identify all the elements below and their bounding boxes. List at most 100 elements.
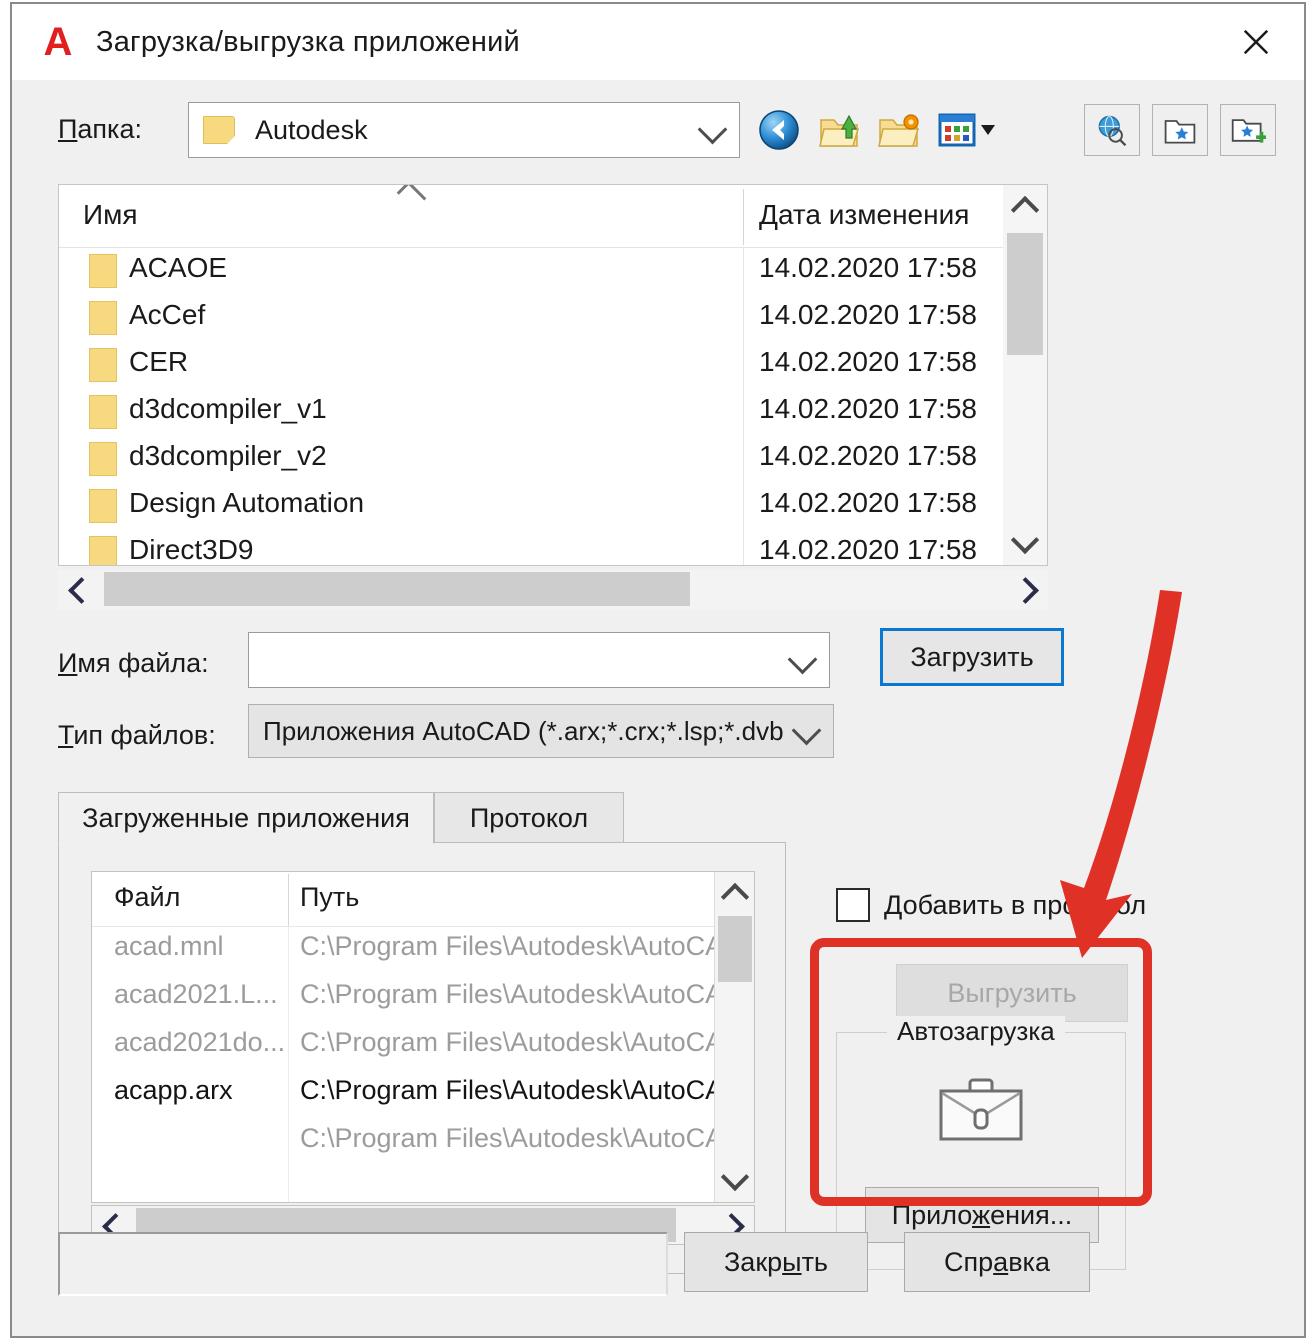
file-name: Direct3D9 [129, 534, 254, 565]
scrollbar-thumb[interactable] [1007, 233, 1043, 355]
file-date: 14.02.2020 17:58 [759, 346, 977, 377]
app-path: C:\Program Files\Autodesk\AutoCA. [300, 1027, 731, 1057]
file-list-row[interactable]: d3dcompiler_v1 14.02.2020 17:58 [59, 389, 1047, 436]
loaded-applications-list[interactable]: Файл Путь acad.mnl C:\Program Files\Auto… [91, 871, 755, 1203]
unload-button: Выгрузить [896, 964, 1128, 1022]
loaded-app-row[interactable]: acad2021.L... C:\Program Files\Autodesk\… [92, 975, 754, 1023]
create-new-folder-icon[interactable] [876, 107, 922, 153]
file-name-combobox[interactable] [248, 632, 830, 688]
chevron-right-icon [1011, 576, 1039, 604]
search-web-icon[interactable] [1084, 104, 1140, 156]
chevron-down-icon [697, 114, 728, 145]
header-divider [743, 189, 744, 245]
column-header-file[interactable]: Файл [114, 882, 180, 913]
favorites-folder-icon[interactable] [1152, 104, 1208, 156]
file-list-row[interactable]: Direct3D9 14.02.2020 17:58 [59, 530, 1047, 565]
views-dropdown-icon[interactable] [936, 107, 995, 153]
folder-combobox[interactable]: Autodesk [188, 102, 740, 158]
dialog-body: Папка: Autodesk Имя Дата изменения ACAOE… [12, 80, 1304, 1336]
file-name-label: Имя файла: [58, 648, 209, 678]
header-divider [288, 874, 289, 926]
close-dialog-button[interactable]: Закрыть [684, 1232, 868, 1292]
help-button[interactable]: Справка [904, 1232, 1090, 1292]
chevron-down-icon [791, 715, 822, 746]
file-name: d3dcompiler_v2 [129, 440, 327, 471]
folder-icon [203, 116, 235, 144]
file-date: 14.02.2020 17:58 [759, 487, 977, 518]
close-icon [1243, 29, 1269, 55]
right-toolbar [1084, 102, 1276, 158]
file-list-row[interactable]: AcCef 14.02.2020 17:58 [59, 295, 1047, 342]
loaded-apps-header: Файл Путь [92, 872, 754, 927]
chevron-down-icon[interactable] [787, 644, 818, 675]
file-date: 14.02.2020 17:58 [759, 252, 977, 283]
up-one-level-icon[interactable] [816, 107, 862, 153]
briefcase-icon [939, 1078, 1023, 1141]
close-window-button[interactable] [1208, 4, 1304, 80]
column-header-name[interactable]: Имя [83, 199, 138, 231]
app-path: C:\Program Files\Autodesk\AutoCA. [300, 1123, 731, 1153]
close-dialog-label: Закрыть [724, 1246, 828, 1277]
file-name: ACAOE [129, 252, 228, 283]
file-list-row[interactable]: Design Automation 14.02.2020 17:58 [59, 483, 1047, 530]
column-header-date[interactable]: Дата изменения [759, 199, 969, 231]
add-to-log-label: Добавить в протокол [884, 889, 1147, 920]
folder-icon [89, 348, 117, 382]
file-name: AcCef [129, 299, 206, 330]
app-file-name: acad.mnl [114, 931, 224, 961]
folder-label: Папка: [58, 114, 142, 144]
chevron-down-icon [1010, 525, 1040, 555]
tab-log[interactable]: Протокол [434, 792, 624, 844]
add-to-log-checkbox-row[interactable]: Добавить в протокол [836, 888, 1146, 922]
scroll-down-button[interactable] [715, 1158, 754, 1202]
file-date: 14.02.2020 17:58 [759, 299, 977, 330]
loaded-app-row[interactable]: acapp.arx C:\Program Files\Autodesk\Auto… [92, 1071, 754, 1119]
scrollbar-thumb[interactable] [718, 916, 752, 982]
add-to-favorites-icon[interactable] [1220, 104, 1276, 156]
tab-loaded-applications[interactable]: Загруженные приложения [58, 792, 434, 844]
window-title: Загрузка/выгрузка приложений [96, 25, 520, 58]
file-list-row[interactable]: ACAOE 14.02.2020 17:58 [59, 248, 1047, 295]
file-list-vertical-scrollbar[interactable] [1003, 185, 1047, 565]
loaded-apps-vertical-scrollbar[interactable] [714, 872, 754, 1202]
autoload-group-title: Автозагрузка [887, 1016, 1065, 1047]
column-header-path[interactable]: Путь [300, 882, 359, 913]
app-path: C:\Program Files\Autodesk\AutoCA. [300, 1075, 731, 1105]
title-bar: A Загрузка/выгрузка приложений [12, 4, 1304, 81]
app-path: C:\Program Files\Autodesk\AutoCA. [300, 979, 731, 1009]
file-name: Design Automation [129, 487, 365, 518]
loaded-applications-panel: Файл Путь acad.mnl C:\Program Files\Auto… [58, 842, 786, 1274]
scrollbar-thumb[interactable] [104, 572, 690, 606]
file-list-row[interactable]: CER 14.02.2020 17:58 [59, 342, 1047, 389]
loaded-app-row[interactable]: acad2021do... C:\Program Files\Autodesk\… [92, 1023, 754, 1071]
folder-contents-list[interactable]: Имя Дата изменения ACAOE 14.02.2020 17:5… [58, 184, 1048, 566]
file-type-value: Приложения AutoCAD (*.arx;*.crx;*.lsp;*.… [263, 715, 784, 746]
loaded-app-row[interactable]: acad.mnl C:\Program Files\Autodesk\AutoC… [92, 927, 754, 975]
scroll-up-button[interactable] [715, 872, 754, 916]
file-date: 14.02.2020 17:58 [759, 534, 977, 565]
file-type-combobox[interactable]: Приложения AutoCAD (*.arx;*.crx;*.lsp;*.… [248, 704, 834, 758]
folder-icon [89, 254, 117, 288]
back-navigation-icon[interactable] [756, 107, 802, 153]
file-name: CER [129, 346, 189, 377]
file-list-row[interactable]: d3dcompiler_v2 14.02.2020 17:58 [59, 436, 1047, 483]
load-button[interactable]: Загрузить [880, 628, 1064, 686]
scroll-right-button[interactable] [1008, 570, 1048, 610]
scroll-left-button[interactable] [58, 570, 98, 610]
unload-button-label: Выгрузить [947, 977, 1077, 1008]
folder-icon [89, 489, 117, 523]
load-unload-applications-dialog: A Загрузка/выгрузка приложений Папка: Au… [10, 2, 1306, 1338]
app-file-name: acapp.arx [114, 1075, 233, 1105]
chevron-up-icon [720, 882, 750, 912]
scroll-up-button[interactable] [1003, 185, 1047, 229]
file-date: 14.02.2020 17:58 [759, 440, 977, 471]
file-list-horizontal-scrollbar[interactable] [58, 570, 1048, 610]
scroll-down-button[interactable] [1003, 521, 1047, 565]
app-file-name: acad2021do... [114, 1027, 286, 1057]
status-text-box [58, 1232, 668, 1296]
loaded-app-row[interactable]: C:\Program Files\Autodesk\AutoCA. [92, 1119, 754, 1167]
file-list-header: Имя Дата изменения [59, 185, 1047, 248]
add-to-log-checkbox[interactable] [836, 888, 870, 922]
app-path: C:\Program Files\Autodesk\AutoCA. [300, 931, 731, 961]
sort-ascending-icon [396, 185, 427, 211]
